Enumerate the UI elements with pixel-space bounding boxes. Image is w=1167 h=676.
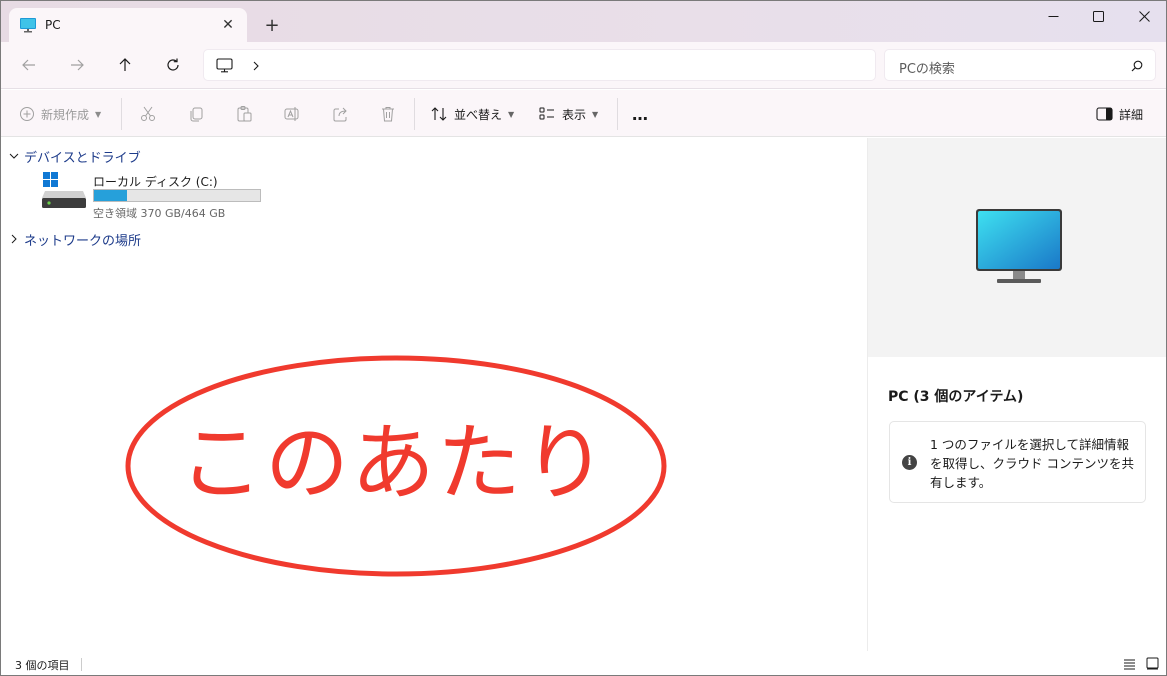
copy-button[interactable] [187,100,205,128]
divider [414,98,415,130]
more-options-button[interactable]: … [632,100,649,128]
sort-arrows-icon [431,107,447,121]
drive-usage-bar [93,189,261,202]
details-pane-icon [1096,107,1113,121]
new-tab-plus-icon[interactable]: + [260,13,284,37]
status-bar: 3 個の項目 [1,651,1166,675]
group-label-devices: デバイスとドライブ [24,150,141,166]
drive-name: ローカル ディスク (C:) [93,175,218,189]
divider [81,658,82,671]
chevron-down-icon: ▼ [95,109,102,119]
pc-location-icon [216,58,233,73]
add-circle-icon [20,107,34,121]
chevron-down-icon [9,153,19,159]
forward-arrow-icon[interactable] [62,51,92,79]
search-icon [1131,60,1143,72]
view-list-icon [539,107,554,120]
annotation-text: このあたり [179,414,610,512]
file-explorer-window: PC ✕ + PCの検索 新規作成 ▼ 並べ替え ▼ 表示 ▼ … 詳細 デバイ… [0,0,1167,676]
share-icon [333,107,347,122]
info-card: i 1 つのファイルを選択して詳細情報を取得し、クラウド コンテンツを共有します… [889,421,1146,503]
details-pane: PC (3 個のアイテム) i 1 つのファイルを選択して詳細情報を取得し、クラ… [867,138,1166,651]
divider [121,98,122,130]
drive-free-space: 空き領域 370 GB/464 GB [93,207,226,220]
info-text: 1 つのファイルを選択して詳細情報を取得し、クラウド コンテンツを共有します。 [930,437,1134,490]
up-arrow-icon[interactable] [110,51,140,79]
divider [617,98,618,130]
group-header-devices[interactable]: デバイスとドライブ [9,146,141,166]
new-button[interactable]: 新規作成 ▼ [19,100,101,128]
tab-close-icon[interactable]: ✕ [217,14,239,36]
tiles-view-icon[interactable] [1146,657,1159,670]
group-label-network: ネットワークの場所 [24,233,142,249]
cut-button[interactable] [139,100,157,128]
search-box[interactable]: PCの検索 [884,49,1156,81]
breadcrumb-chevron-icon[interactable] [252,61,260,71]
drive-usage-fill [94,190,128,201]
close-window-button[interactable] [1121,1,1166,32]
trash-icon [382,107,394,122]
sort-label: 並べ替え [454,107,503,122]
file-list-area[interactable]: デバイスとドライブ ローカル ディスク (C:) 空き領域 370 GB/464… [1,138,867,651]
details-pane-button[interactable]: 詳細 [1096,100,1143,128]
new-label: 新規作成 [41,107,90,122]
paste-button[interactable] [235,100,253,128]
chevron-down-icon: ▼ [508,109,515,119]
group-header-network[interactable]: ネットワークの場所 [9,229,141,249]
details-view-icon[interactable] [1123,658,1136,670]
more-dots-icon: … [632,104,649,124]
share-button[interactable] [331,100,349,128]
rename-icon [284,107,299,121]
navigation-bar: PCの検索 [1,42,1166,89]
back-arrow-icon[interactable] [14,51,44,79]
refresh-icon[interactable] [158,51,188,79]
pc-monitor-icon [976,209,1062,283]
view-button[interactable]: 表示 ▼ [538,100,598,128]
details-label: 詳細 [1119,107,1144,122]
sort-button[interactable]: 並べ替え ▼ [430,100,514,128]
info-icon: i [902,455,917,470]
tab-pc[interactable]: PC ✕ [9,8,247,42]
delete-button[interactable] [379,100,397,128]
view-label: 表示 [562,107,587,122]
hard-drive-windows-icon [42,172,86,208]
clipboard-icon [237,106,252,122]
preview-title: PC (3 個のアイテム) [888,389,1024,405]
copy-icon [190,107,203,122]
address-bar[interactable] [203,49,876,81]
chevron-down-icon: ▼ [592,109,599,119]
rename-button[interactable] [283,100,301,128]
maximize-button[interactable] [1075,1,1121,32]
scissors-icon [141,106,155,121]
drive-item-c[interactable]: ローカル ディスク (C:) 空き領域 370 GB/464 GB [41,172,281,220]
search-placeholder: PCの検索 [899,62,955,77]
chevron-right-icon [11,234,17,244]
preview-thumbnail-area [868,138,1166,357]
item-count: 3 個の項目 [15,659,70,672]
tab-title: PC [45,18,61,32]
pc-monitor-icon [20,18,36,33]
minimize-button[interactable] [1030,1,1076,32]
command-bar: 新規作成 ▼ 並べ替え ▼ 表示 ▼ … 詳細 [1,90,1166,137]
title-bar: PC ✕ + [1,1,1166,42]
